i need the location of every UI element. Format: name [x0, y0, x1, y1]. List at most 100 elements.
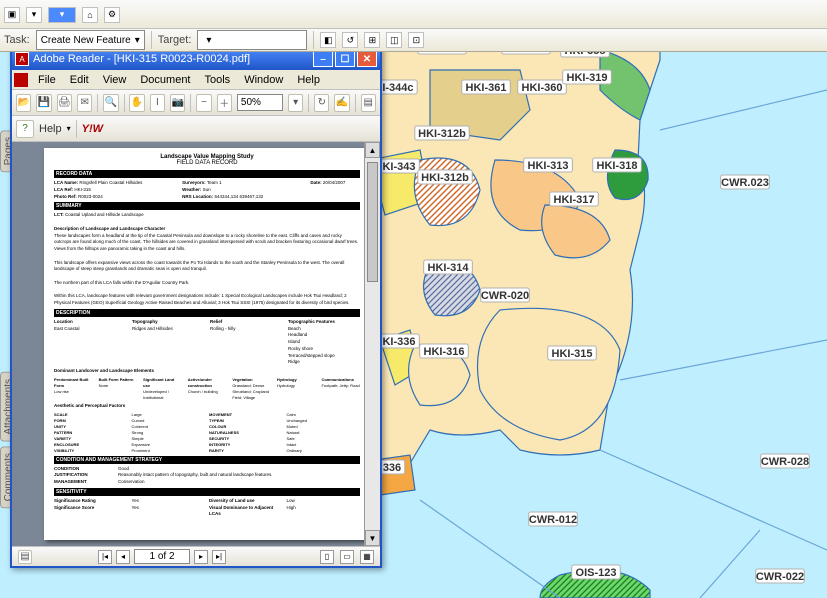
last-page-button[interactable]: ▸|	[212, 550, 226, 564]
zoom-field[interactable]	[237, 94, 283, 111]
map-label-HKI-317[interactable]: HKI-317	[550, 192, 599, 206]
map-label-CWR.023[interactable]: CWR.023	[721, 175, 770, 189]
scroll-thumb[interactable]	[367, 162, 378, 282]
map-label-HKI-316[interactable]: HKI-316	[420, 344, 469, 358]
sign-icon[interactable]: ✍	[334, 94, 349, 112]
tools-extra-icon[interactable]: ▤	[361, 94, 376, 112]
menu-file[interactable]: File	[32, 73, 62, 87]
host-tool-6-icon[interactable]: ↺	[342, 32, 358, 48]
map-label-CWR-020[interactable]: CWR-020	[481, 288, 530, 302]
map-label-CWR-012[interactable]: CWR-012	[529, 512, 578, 526]
host-tool-1-icon[interactable]: ▣	[4, 7, 20, 23]
open-icon[interactable]: 📂	[16, 94, 31, 112]
map-label-CWR-028[interactable]: CWR-028	[761, 454, 810, 468]
svg-text:HKI-312b: HKI-312b	[421, 172, 469, 184]
prev-page-button[interactable]: ◂	[116, 550, 130, 564]
maximize-button[interactable]: ☐	[335, 51, 355, 67]
map-label-HKI-360[interactable]: HKI-360	[518, 80, 567, 94]
reader-toolbar-2: ? Help ▾ Y!W	[12, 116, 380, 142]
reader-statusbar: ▤ |◂ ◂ 1 of 2 ▸ ▸| ▯ ▭ ▦	[12, 546, 380, 566]
window-title: Adobe Reader - [HKI-315 R0023-R0024.pdf]	[33, 53, 309, 65]
map-label-336[interactable]: 336	[379, 460, 404, 474]
menu-document[interactable]: Document	[134, 73, 196, 87]
minimize-button[interactable]: –	[313, 51, 333, 67]
target-label: Target:	[158, 34, 192, 46]
task-combo[interactable]: Create New Feature▾	[36, 30, 145, 50]
scroll-down-icon[interactable]: ▼	[365, 530, 380, 546]
svg-text:OIS-123: OIS-123	[576, 567, 617, 579]
snapshot-icon[interactable]: 📷	[170, 94, 185, 112]
svg-text:HKI-312b: HKI-312b	[418, 128, 466, 140]
zoom-out-icon[interactable]: −	[196, 94, 211, 112]
chevron-down-icon: ▾	[206, 35, 211, 46]
svg-text:336: 336	[383, 462, 401, 474]
save-icon[interactable]: 💾	[36, 94, 51, 112]
svg-text:CWR.023: CWR.023	[721, 177, 769, 189]
view-mode-2-icon[interactable]: ▭	[340, 550, 354, 564]
close-button[interactable]: ✕	[357, 51, 377, 67]
task-label: Task:	[4, 34, 30, 46]
map-label-HKI-315[interactable]: HKI-315	[548, 346, 597, 360]
menu-edit[interactable]: Edit	[64, 73, 95, 87]
vertical-scrollbar[interactable]: ▲ ▼	[364, 142, 380, 546]
page-indicator[interactable]: 1 of 2	[134, 549, 190, 564]
view-mode-1-icon[interactable]: ▯	[320, 550, 334, 564]
bar-sensitivity: SENSITIVITY	[54, 488, 360, 496]
document-area[interactable]: Landscape Value Mapping Study FIELD DATA…	[12, 142, 380, 546]
zoom-dropdown-icon[interactable]: ▾	[288, 94, 303, 112]
svg-text:HKI-361: HKI-361	[466, 82, 507, 94]
bar-summary: SUMMARY	[54, 202, 360, 210]
chevron-down-icon: ▾	[135, 35, 140, 46]
print-icon[interactable]: 🖨	[57, 94, 72, 112]
menu-tools[interactable]: Tools	[199, 73, 237, 87]
svg-text:CWR-012: CWR-012	[529, 514, 577, 526]
reader-toolbar-1: 📂 💾 🖨 ✉ 🔍 ✋ I 📷 − ＋ ▾ ↻ ✍ ▤	[12, 90, 380, 116]
svg-text:HKI-314: HKI-314	[428, 262, 470, 274]
select-tool-icon[interactable]: I	[150, 94, 165, 112]
host-tool-blue-dropdown[interactable]: ▾	[48, 7, 76, 23]
adobe-reader-window: A Adobe Reader - [HKI-315 R0023-R0024.pd…	[10, 46, 382, 568]
host-tool-2-icon[interactable]: ▾	[26, 7, 42, 23]
map-label-HKI-313[interactable]: HKI-313	[524, 158, 573, 172]
host-tool-7-icon[interactable]: ⊞	[364, 32, 380, 48]
email-icon[interactable]: ✉	[77, 94, 92, 112]
zoom-in-icon[interactable]: ＋	[217, 94, 232, 112]
chevron-down-icon: ▾	[67, 124, 71, 133]
adobe-doc-icon[interactable]	[14, 73, 28, 87]
yahoo-toolbar-brand[interactable]: Y!W	[82, 123, 103, 135]
host-tool-3-icon[interactable]: ⌂	[82, 7, 98, 23]
adobe-icon: A	[15, 52, 29, 66]
map-label-HKI-312b[interactable]: HKI-312b	[418, 170, 472, 184]
svg-text:HKI-316: HKI-316	[424, 346, 465, 358]
bar-description: DESCRIPTION	[54, 309, 360, 317]
host-tool-4-icon[interactable]: ⚙	[104, 7, 120, 23]
host-tool-5-icon[interactable]: ◧	[320, 32, 336, 48]
svg-text:HKI-319: HKI-319	[567, 72, 608, 84]
menu-view[interactable]: View	[97, 73, 133, 87]
map-label-HKI-361[interactable]: HKI-361	[462, 80, 511, 94]
menu-window[interactable]: Window	[238, 73, 289, 87]
map-label-HKI-314[interactable]: HKI-314	[424, 260, 473, 274]
help-icon[interactable]: ?	[16, 120, 34, 138]
search-icon[interactable]: 🔍	[103, 94, 118, 112]
host-tool-9-icon[interactable]: ⊡	[408, 32, 424, 48]
rotate-icon[interactable]: ↻	[314, 94, 329, 112]
target-combo[interactable]: ▾	[197, 30, 307, 50]
svg-text:CWR-028: CWR-028	[761, 456, 809, 468]
help-label[interactable]: Help	[39, 123, 62, 135]
svg-text:HKI-318: HKI-318	[597, 160, 638, 172]
map-label-HKI-312b[interactable]: HKI-312b	[415, 126, 469, 140]
menu-help[interactable]: Help	[291, 73, 326, 87]
scroll-up-icon[interactable]: ▲	[365, 142, 380, 158]
page-size-icon[interactable]: ▤	[18, 550, 32, 564]
map-label-HKI-318[interactable]: HKI-318	[593, 158, 642, 172]
first-page-button[interactable]: |◂	[98, 550, 112, 564]
svg-text:HKI-360: HKI-360	[522, 82, 563, 94]
hand-tool-icon[interactable]: ✋	[129, 94, 144, 112]
host-tool-8-icon[interactable]: ◫	[386, 32, 402, 48]
map-label-OIS-123[interactable]: OIS-123	[572, 565, 621, 579]
map-label-HKI-319[interactable]: HKI-319	[563, 70, 612, 84]
map-label-CWR-022[interactable]: CWR-022	[756, 569, 805, 583]
view-mode-3-icon[interactable]: ▦	[360, 550, 374, 564]
next-page-button[interactable]: ▸	[194, 550, 208, 564]
